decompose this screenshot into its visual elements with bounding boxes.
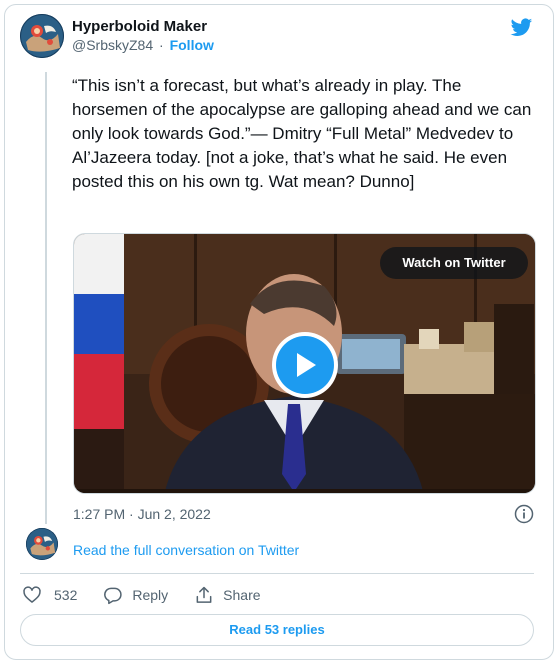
thread-line [45, 72, 47, 524]
author-name[interactable]: Hyperboloid Maker [72, 17, 214, 36]
share-label: Share [223, 587, 261, 603]
heart-icon [23, 586, 41, 603]
like-count: 532 [54, 587, 78, 603]
info-icon[interactable] [514, 504, 534, 524]
watch-on-twitter-button[interactable]: Watch on Twitter [380, 247, 528, 279]
author-avatar[interactable] [20, 14, 64, 58]
reply-bubble-icon [104, 587, 123, 605]
reply-button[interactable]: Reply [103, 585, 168, 605]
twitter-bird-icon[interactable] [509, 16, 534, 38]
play-icon [276, 336, 334, 394]
author-handle[interactable]: @SrbskyZ84 [72, 37, 153, 53]
read-full-conversation-link[interactable]: Read the full conversation on Twitter [73, 541, 299, 559]
action-bar: 532 Reply Share [22, 584, 287, 606]
author-avatar-small[interactable] [26, 528, 58, 560]
like-button[interactable]: 532 [22, 585, 77, 605]
reply-label: Reply [132, 587, 169, 603]
follow-link[interactable]: Follow [170, 37, 214, 53]
read-replies-button[interactable]: Read 53 replies [20, 614, 534, 646]
video-player[interactable]: Watch on Twitter [73, 233, 536, 494]
divider [20, 573, 534, 574]
share-button[interactable]: Share [194, 585, 261, 605]
separator-dot: · [159, 37, 164, 53]
play-button[interactable] [272, 332, 338, 398]
author-block: Hyperboloid Maker @SrbskyZ84 · Follow [72, 17, 214, 55]
tweet-timestamp[interactable]: 1:27 PM · Jun 2, 2022 [73, 505, 211, 523]
author-sub: @SrbskyZ84 · Follow [72, 36, 214, 55]
share-icon [196, 586, 212, 603]
tweet-text: “This isn’t a forecast, but what’s alrea… [72, 76, 532, 191]
